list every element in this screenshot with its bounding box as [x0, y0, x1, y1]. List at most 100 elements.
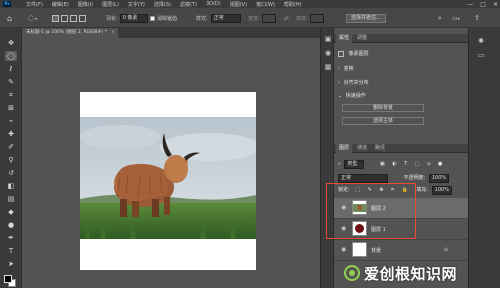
- eraser-tool-icon[interactable]: ◧: [5, 181, 17, 191]
- path-selection-tool-icon[interactable]: ➤: [5, 259, 17, 269]
- document-tab[interactable]: 未标题-1 @ 100% (图层 2, RGB/8#) * ×: [22, 28, 118, 38]
- chevron-right-icon: ›: [338, 66, 340, 72]
- window-controls: — □ ✕: [467, 0, 498, 8]
- layer-filter-row: ⌕ 类型 ▣ ◐ T ⬚ ⌂ ●: [338, 160, 445, 169]
- filter-kind-select[interactable]: 类型: [344, 160, 365, 169]
- search-icon[interactable]: ⌕: [438, 13, 442, 23]
- dodge-tool-icon[interactable]: ●: [5, 220, 17, 230]
- menu-file[interactable]: 文件(F): [26, 1, 43, 8]
- width-input[interactable]: [261, 13, 276, 23]
- new-selection-icon[interactable]: [52, 14, 59, 22]
- tab-layers[interactable]: 图层: [336, 144, 353, 153]
- properties-layers-panels: 属性 调整 像素图层 › 变换 › 对齐并分布 ⌄ 快速操作 删除背景 选择主体…: [334, 28, 468, 288]
- feather-group: 羽化: 0 像素: [106, 13, 148, 23]
- clone-stamp-tool-icon[interactable]: ⚲: [5, 155, 17, 165]
- layer-name: 背景: [371, 248, 382, 254]
- section-quick-actions-label: 快速操作: [345, 93, 366, 99]
- menu-layer[interactable]: 图层(L): [102, 1, 119, 8]
- move-tool-icon[interactable]: ✥: [5, 38, 17, 48]
- watermark: 爱创根知识网: [344, 262, 484, 284]
- eye-icon[interactable]: ◉: [341, 247, 346, 253]
- feather-label: 羽化:: [106, 15, 118, 22]
- menu-image[interactable]: 图像(I): [78, 1, 93, 8]
- libraries-panel-icon[interactable]: ▭: [475, 50, 487, 60]
- document-tab-close-icon[interactable]: ×: [111, 28, 115, 38]
- history-panel-icon[interactable]: ▣: [323, 34, 333, 44]
- section-align[interactable]: › 对齐并分布: [338, 79, 369, 86]
- layer-row-background[interactable]: ◉ 背景 ⌂: [334, 240, 468, 261]
- subtract-selection-icon[interactable]: [70, 14, 77, 22]
- blur-tool-icon[interactable]: ◆: [5, 207, 17, 217]
- section-transform[interactable]: › 变换: [338, 65, 354, 72]
- close-window-button[interactable]: ✕: [493, 1, 498, 8]
- menu-edit[interactable]: 编辑(E): [52, 1, 69, 8]
- pen-tool-icon[interactable]: ✒: [5, 233, 17, 243]
- menu-3d[interactable]: 3D(D): [206, 1, 221, 7]
- feather-input[interactable]: 0 像素: [119, 13, 148, 23]
- canvas-workspace[interactable]: [22, 38, 320, 288]
- elliptical-marquee-tool-icon[interactable]: ◯: [5, 51, 17, 61]
- style-select[interactable]: 正常: [210, 13, 241, 23]
- filter-icons[interactable]: ▣ ◐ T ⬚ ⌂ ●: [380, 161, 445, 167]
- menu-select[interactable]: 选择(S): [154, 1, 171, 8]
- swap-icon[interactable]: ⇄: [284, 13, 289, 23]
- panel-icon-strip: ▣ ◉ ▦: [320, 28, 334, 288]
- antialias-checkbox[interactable]: [150, 15, 155, 21]
- intersect-selection-icon[interactable]: [79, 14, 86, 22]
- workspace-icon[interactable]: ▭ ▾: [452, 13, 460, 23]
- lasso-tool-icon[interactable]: ℓ: [5, 64, 17, 74]
- menu-type[interactable]: 文字(Y): [128, 1, 145, 8]
- menu-window[interactable]: 窗口(W): [256, 1, 275, 8]
- height-input[interactable]: [309, 13, 324, 23]
- learn-panel-icon[interactable]: ✺: [475, 36, 487, 46]
- eyedropper-tool-icon[interactable]: ⌁: [5, 116, 17, 126]
- pixel-layer-icon: [338, 50, 344, 57]
- healing-brush-tool-icon[interactable]: ✚: [5, 129, 17, 139]
- chevron-down-icon: ⌄: [338, 93, 343, 99]
- tab-adjustments[interactable]: 调整: [354, 34, 370, 43]
- section-transform-label: 变换: [343, 66, 354, 72]
- history-brush-tool-icon[interactable]: ↺: [5, 168, 17, 178]
- fill-input[interactable]: 100%: [431, 186, 452, 195]
- fill-label: 填充:: [416, 187, 429, 193]
- blend-row: 正常 不透明度: 100%: [338, 174, 449, 183]
- frame-tool-icon[interactable]: ⊠: [5, 103, 17, 113]
- height-group: 高度:: [296, 13, 324, 23]
- opacity-input[interactable]: 100%: [428, 174, 449, 183]
- menu-bar: Ps 文件(F) 编辑(E) 图像(I) 图层(L) 文字(Y) 选择(S) 滤…: [0, 0, 500, 8]
- select-and-mask-button[interactable]: 选择并遮住...: [346, 13, 386, 23]
- brush-tool-icon[interactable]: ✐: [5, 142, 17, 152]
- maximize-button[interactable]: □: [480, 1, 486, 8]
- minimize-button[interactable]: —: [467, 1, 473, 8]
- gradient-tool-icon[interactable]: ▤: [5, 194, 17, 204]
- menu-view[interactable]: 视图(V): [230, 1, 247, 8]
- menu-help[interactable]: 帮助(H): [284, 1, 302, 8]
- opacity-label: 不透明度:: [403, 175, 426, 181]
- style-label: 样式:: [196, 15, 208, 22]
- select-subject-button[interactable]: 选择主体: [342, 117, 424, 125]
- marquee-preset-icon[interactable]: ◌ ▾: [28, 13, 37, 23]
- tab-channels[interactable]: 通道: [354, 144, 370, 153]
- swatches-panel-icon[interactable]: ▦: [323, 62, 333, 72]
- far-right-strip: ✺ ▭: [468, 28, 500, 288]
- tab-paths[interactable]: 路径: [372, 144, 388, 153]
- menu-filter[interactable]: 滤镜(T): [180, 1, 197, 8]
- home-icon[interactable]: ⌂: [7, 13, 12, 23]
- color-panel-icon[interactable]: ◉: [323, 48, 333, 58]
- quick-selection-tool-icon[interactable]: ✎: [5, 77, 17, 87]
- remove-background-button[interactable]: 删除背景: [342, 104, 424, 112]
- lock-icon[interactable]: ⌂: [444, 246, 448, 253]
- add-selection-icon[interactable]: [61, 14, 68, 22]
- foreground-color-swatch[interactable]: [4, 275, 12, 283]
- height-label: 高度:: [296, 15, 308, 22]
- type-tool-icon[interactable]: T: [5, 246, 17, 256]
- width-label: 宽度:: [248, 15, 260, 22]
- photoshop-logo-icon[interactable]: Ps: [3, 1, 11, 7]
- section-quick-actions[interactable]: ⌄ 快速操作: [338, 92, 366, 99]
- document-canvas[interactable]: [80, 92, 256, 270]
- share-icon[interactable]: ⇪: [474, 13, 480, 23]
- tab-properties[interactable]: 属性: [336, 34, 353, 43]
- blend-mode-select[interactable]: 正常: [338, 174, 388, 183]
- crop-tool-icon[interactable]: ⌗: [5, 90, 17, 100]
- width-group: 宽度:: [248, 13, 276, 23]
